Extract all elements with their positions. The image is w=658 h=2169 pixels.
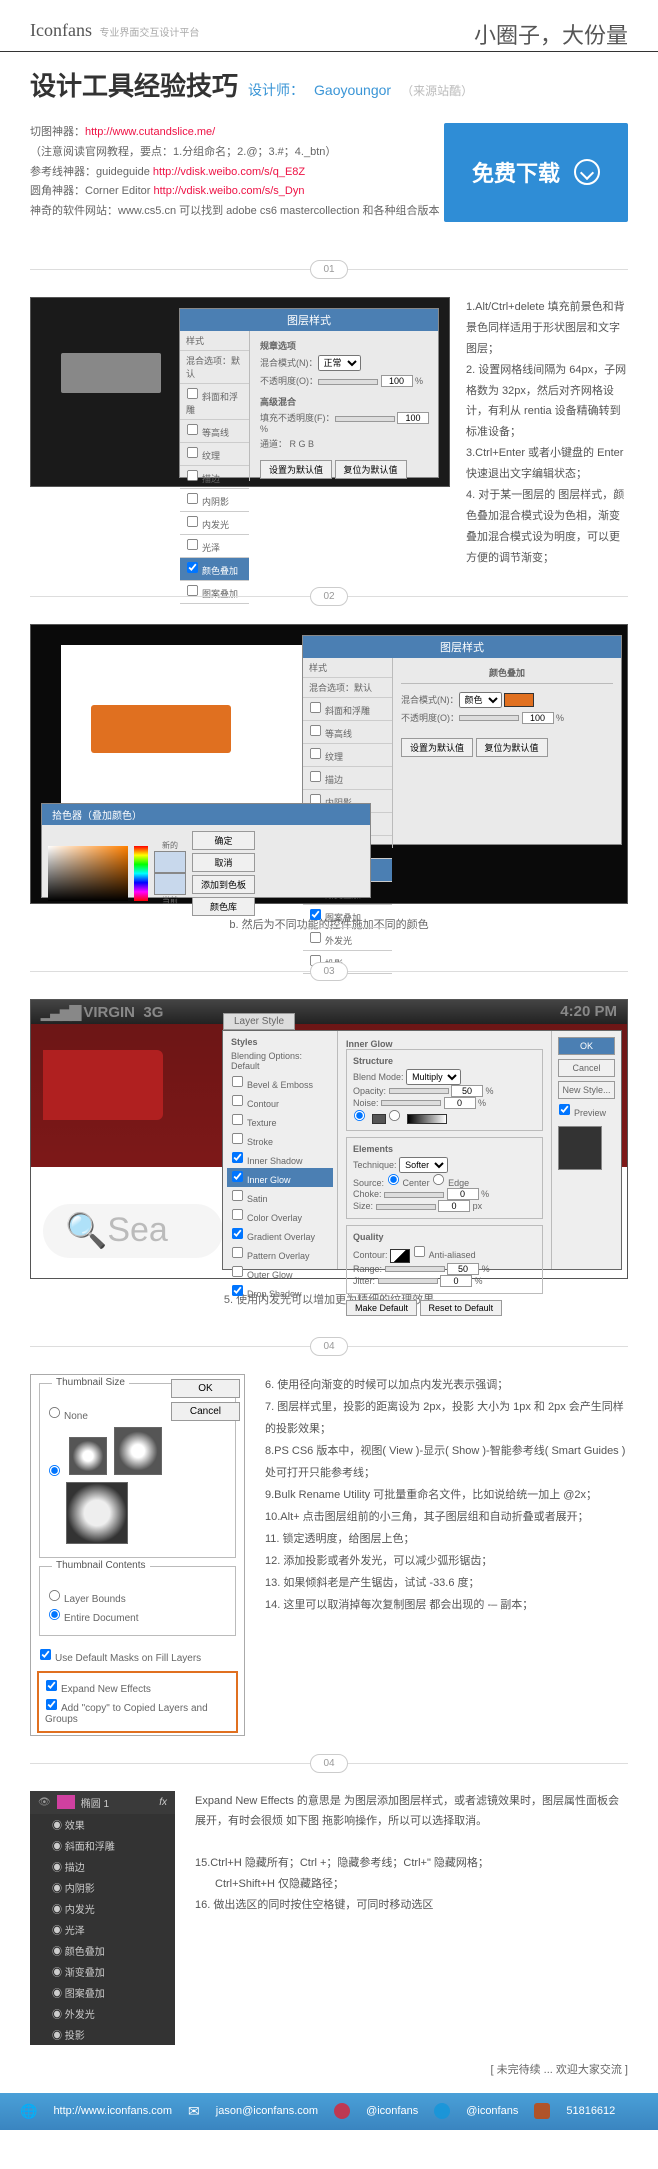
- download-icon: [574, 159, 600, 185]
- gray-rect: [61, 353, 161, 393]
- designer-label: 设计师：: [248, 80, 304, 100]
- cp-cancel[interactable]: 取消: [192, 853, 255, 872]
- layer-style-panel: 图层样式 样式 混合选项：默认 斜面和浮雕 等高线 纹理 描边 内阴影 内发光 …: [179, 308, 439, 478]
- search-bubble: 🔍 Sea: [43, 1204, 223, 1258]
- tips-5: Expand New Effects 的意思是 为图层添加图层样式，或者滤镜效果…: [195, 1791, 628, 2045]
- weibo-icon[interactable]: [334, 2103, 350, 2119]
- guide-link[interactable]: http://vdisk.weibo.com/s/q_E8Z: [153, 166, 305, 178]
- corner-link[interactable]: http://vdisk.weibo.com/s/s_Dyn: [153, 185, 304, 197]
- ls-cancel[interactable]: Cancel: [558, 1059, 615, 1077]
- screenshot-1: 图层样式 样式 混合选项：默认 斜面和浮雕 等高线 纹理 描边 内阴影 内发光 …: [30, 297, 450, 487]
- step-04: 04: [310, 1337, 347, 1356]
- footer-url[interactable]: http://www.iconfans.com: [53, 2105, 172, 2117]
- thumb-size-radio[interactable]: [49, 1465, 60, 1476]
- step-01: 01: [310, 260, 347, 279]
- fill-input[interactable]: [397, 412, 429, 424]
- tips-1: 1.Alt/Ctrl+delete 填充前景色和背景色同样适用于形状图层和文字图…: [466, 297, 628, 569]
- group-icon[interactable]: [534, 2103, 550, 2119]
- logo: Iconfans: [30, 20, 92, 40]
- designer-name: Gaoyoungor: [314, 82, 391, 98]
- color-picker: 拾色器（叠加颜色） 新的 当前 确定 取消 添加到色板 颜色库: [41, 803, 371, 898]
- blend-mode-select-2[interactable]: 颜色: [459, 692, 502, 708]
- step-05: 04: [310, 1754, 347, 1773]
- reset-default-btn-2[interactable]: 复位为默认值: [476, 738, 548, 757]
- texture-check[interactable]: [187, 447, 198, 458]
- step-02: 02: [310, 587, 347, 606]
- page-title: 设计工具经验技巧: [30, 66, 238, 103]
- bevel-check[interactable]: [187, 388, 198, 399]
- cut-link[interactable]: http://www.cutandslice.me/: [85, 126, 215, 138]
- thumb-small[interactable]: [69, 1437, 107, 1475]
- cp-ok[interactable]: 确定: [192, 831, 255, 850]
- tips-4: 6. 使用径向渐变的时候可以加点内发光表示强调； 7. 图层样式里，投影的距离设…: [265, 1374, 628, 1736]
- end-note: [ 未完待续 ... 欢迎大家交流 ]: [0, 2045, 658, 2093]
- slogan: 小圈子，大份量: [474, 18, 628, 50]
- preview-swatch: [558, 1126, 602, 1170]
- site-subtitle: 专业界面交互设计平台: [99, 28, 199, 39]
- opacity-input[interactable]: [381, 375, 413, 387]
- layer-style-panel-en: Layer Style Styles Blending Options: Def…: [222, 1030, 622, 1270]
- footer: 🌐http://www.iconfans.com ✉jason@iconfans…: [0, 2093, 658, 2130]
- inner-glow-check[interactable]: [187, 516, 198, 527]
- tag-icon: [43, 1050, 163, 1120]
- qq-icon[interactable]: [434, 2103, 450, 2119]
- ls-ok[interactable]: OK: [558, 1037, 615, 1055]
- set-default-btn-2[interactable]: 设置为默认值: [401, 738, 473, 757]
- set-default-btn[interactable]: 设置为默认值: [260, 460, 332, 479]
- hue-slider[interactable]: [134, 846, 148, 901]
- thumb-large[interactable]: [66, 1482, 128, 1544]
- footer-mail[interactable]: jason@iconfans.com: [216, 2105, 318, 2117]
- entire-doc-radio[interactable]: [49, 1609, 60, 1620]
- add-copy-check[interactable]: [46, 1699, 57, 1710]
- layers-panel: 👁椭圆 1fx ◉ 效果 ◉ 斜面和浮雕 ◉ 描边 ◉ 内阴影 ◉ 内发光 ◉ …: [30, 1791, 175, 2045]
- source-label: （来源站酷）: [401, 82, 473, 99]
- tp-cancel[interactable]: Cancel: [171, 1402, 240, 1421]
- step-03: 03: [310, 962, 347, 981]
- blend-mode-select[interactable]: 正常: [318, 355, 361, 371]
- screenshot-3: ▁▃▅▇ VIRGIN 3G 4:20 PM 🔍 Sea Layer Style…: [30, 999, 628, 1279]
- screenshot-2: 图层样式 样式 混合选项：默认 斜面和浮雕 等高线 纹理 描边 内阴影 内发光 …: [30, 624, 628, 904]
- info-links: 切图神器：http://www.cutandslice.me/ （注意阅读官网教…: [30, 123, 440, 222]
- orange-rect: [91, 705, 231, 753]
- stroke-check[interactable]: [187, 470, 198, 481]
- thumbnail-panel: OK Cancel Thumbnail Size None Thumbnail …: [30, 1374, 245, 1736]
- cp-lib[interactable]: 颜色库: [192, 897, 255, 916]
- expand-effects-check[interactable]: [46, 1680, 57, 1691]
- layer-bounds-radio[interactable]: [49, 1590, 60, 1601]
- cp-add[interactable]: 添加到色板: [192, 875, 255, 894]
- thumb-none[interactable]: [49, 1407, 60, 1418]
- color-field[interactable]: [48, 846, 128, 901]
- default-masks-check[interactable]: [40, 1649, 51, 1660]
- ls-newstyle[interactable]: New Style...: [558, 1081, 615, 1099]
- satin-check[interactable]: [187, 539, 198, 550]
- tp-ok[interactable]: OK: [171, 1379, 240, 1398]
- inner-shadow-check[interactable]: [187, 493, 198, 504]
- thumb-med[interactable]: [114, 1427, 162, 1475]
- download-button[interactable]: 免费下载: [444, 123, 628, 222]
- contour-check[interactable]: [187, 424, 198, 435]
- reset-default-btn[interactable]: 复位为默认值: [335, 460, 407, 479]
